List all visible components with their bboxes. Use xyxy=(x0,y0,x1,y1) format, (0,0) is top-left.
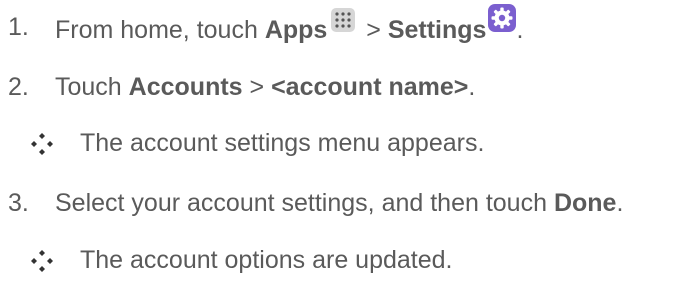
step-text: Touch Accounts > <account name>. xyxy=(55,72,475,102)
step-text: Select your account settings, and then t… xyxy=(55,188,623,218)
step-separator: > xyxy=(242,73,272,101)
diamond-bullet-icon xyxy=(31,250,53,272)
step-number: 1. xyxy=(8,13,29,41)
step-prefix: From home, touch xyxy=(55,16,265,44)
step-separator: > xyxy=(359,16,388,44)
settings-gear-icon xyxy=(488,4,517,32)
step-prefix: Touch xyxy=(55,73,129,101)
step-bold-done: Done xyxy=(553,189,617,217)
step-bold-accounts: Accounts xyxy=(128,73,243,101)
step-suffix: . xyxy=(468,73,476,101)
bullet-text: The account options are updated. xyxy=(80,246,453,274)
step-suffix: . xyxy=(616,189,624,217)
diamond-bullet-icon xyxy=(31,133,53,155)
step-number: 2. xyxy=(8,73,29,101)
step-number: 3. xyxy=(8,189,29,217)
step-bold-account-name: <account name> xyxy=(271,73,469,101)
step-text: From home, touch Apps > Settings. xyxy=(55,4,524,45)
step-bold-settings: Settings xyxy=(387,16,487,44)
step-suffix: . xyxy=(516,16,524,44)
bullet-text: The account settings menu appears. xyxy=(80,129,485,157)
step-bold-apps: Apps xyxy=(264,16,328,44)
step-prefix: Select your account settings, and then t… xyxy=(55,189,554,217)
apps-grid-icon xyxy=(331,8,356,32)
